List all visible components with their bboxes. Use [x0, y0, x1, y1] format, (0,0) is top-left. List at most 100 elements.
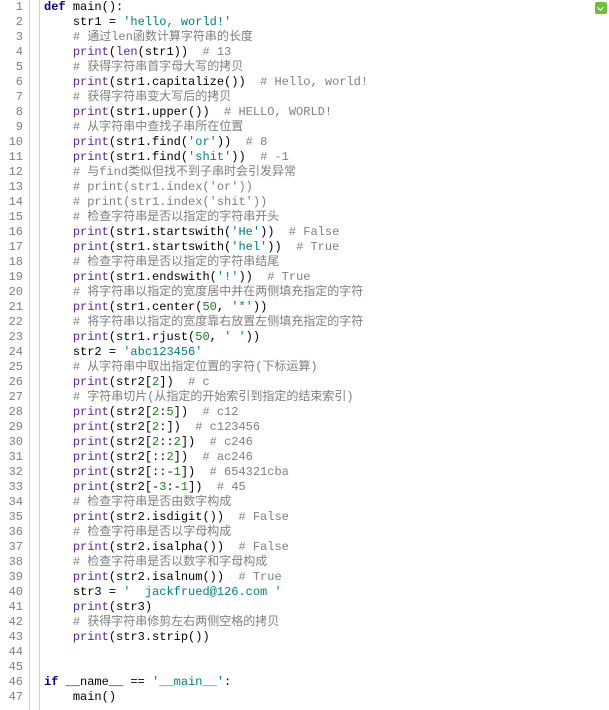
code-line[interactable]: # 获得字符串首字母大写的拷贝 [44, 60, 609, 75]
code-line[interactable]: print(str2.isalnum()) # True [44, 570, 609, 585]
code-line[interactable]: print(str1.endswith('!')) # True [44, 270, 609, 285]
code-line[interactable]: # 检查字符串是否以数字和字母构成 [44, 555, 609, 570]
code-line[interactable]: print(str2.isalpha()) # False [44, 540, 609, 555]
fold-strip [30, 0, 40, 710]
token-op: (str1.center( [109, 300, 203, 314]
line-number: 38 [2, 555, 23, 570]
code-line[interactable]: # 检查字符串是否以字母构成 [44, 525, 609, 540]
code-line[interactable]: print(str1.capitalize()) # Hello, world! [44, 75, 609, 90]
code-line[interactable]: # 检查字符串是否以指定的字符串结尾 [44, 255, 609, 270]
token-cmt: # 检查字符串是否以字母构成 [73, 525, 231, 539]
code-line[interactable]: print(str1.center(50, '*')) [44, 300, 609, 315]
code-line[interactable]: # 获得字符串变大写后的拷贝 [44, 90, 609, 105]
code-line[interactable]: print(str3) [44, 600, 609, 615]
code-line[interactable]: # 从字符串中查找子串所在位置 [44, 120, 609, 135]
code-line[interactable]: print(str3.strip()) [44, 630, 609, 645]
token-cmt: # -1 [260, 150, 289, 164]
token-bi: print [73, 375, 109, 389]
code-line[interactable]: # 从字符串中取出指定位置的字符(下标运算) [44, 360, 609, 375]
code-line[interactable]: print(str2[::-1]) # 654321cba [44, 465, 609, 480]
token-op: :: [159, 435, 173, 449]
code-line[interactable]: print(str1.find('shit')) # -1 [44, 150, 609, 165]
code-line[interactable]: print(str1.startswith('hel')) # True [44, 240, 609, 255]
code-line[interactable]: print(len(str1)) # 13 [44, 45, 609, 60]
token-cmt: # c12 [202, 405, 238, 419]
token-op: (str2[::- [109, 465, 174, 479]
line-number: 44 [2, 645, 23, 660]
token-op: )) [260, 225, 289, 239]
token-op: )) [231, 150, 260, 164]
token-cmt: # c246 [210, 435, 253, 449]
token-str: ' jackfrued@126.com ' [123, 585, 281, 599]
line-number: 8 [2, 105, 23, 120]
code-line[interactable]: # print(str1.index('or')) [44, 180, 609, 195]
token-op: (str2[ [109, 375, 152, 389]
line-number: 27 [2, 390, 23, 405]
code-line[interactable]: print(str2[::2]) # ac246 [44, 450, 609, 465]
code-line[interactable]: print(str2[-3:-1]) # 45 [44, 480, 609, 495]
code-line[interactable]: main() [44, 690, 609, 705]
token-str: '*' [231, 300, 253, 314]
token-op: (str2[- [109, 480, 159, 494]
code-line[interactable]: # 字符串切片(从指定的开始索引到指定的结束索引) [44, 390, 609, 405]
code-line[interactable]: str2 = 'abc123456' [44, 345, 609, 360]
token-cmt: # False [238, 510, 288, 524]
code-line[interactable]: print(str1.rjust(50, ' ')) [44, 330, 609, 345]
code-line[interactable] [44, 660, 609, 675]
line-number: 34 [2, 495, 23, 510]
code-line[interactable]: # 检查字符串是否由数字构成 [44, 495, 609, 510]
token-op: (str1.startswith( [109, 240, 231, 254]
token-bi: print [73, 630, 109, 644]
code-editor-area[interactable]: def main(): str1 = 'hello, world!' # 通过l… [40, 0, 609, 710]
code-line[interactable]: # 与find类似但找不到子串时会引发异常 [44, 165, 609, 180]
code-line[interactable]: print(str2[2::2]) # c246 [44, 435, 609, 450]
code-line[interactable]: # print(str1.index('shit')) [44, 195, 609, 210]
code-line[interactable]: print(str2[2]) # c [44, 375, 609, 390]
code-line[interactable]: str1 = 'hello, world!' [44, 15, 609, 30]
line-number: 12 [2, 165, 23, 180]
token-op: (str1.startswith( [109, 225, 231, 239]
token-bi: print [73, 465, 109, 479]
token-op: ]) [159, 375, 188, 389]
line-number: 7 [2, 90, 23, 105]
token-bi: print [73, 300, 109, 314]
token-op: __name__ == [58, 675, 152, 689]
code-line[interactable] [44, 645, 609, 660]
code-line[interactable]: # 将字符串以指定的宽度居中并在两侧填充指定的字符 [44, 285, 609, 300]
line-number: 39 [2, 570, 23, 585]
code-line[interactable]: # 通过len函数计算字符串的长度 [44, 30, 609, 45]
token-bi: print [73, 135, 109, 149]
code-line[interactable]: print(str2.isdigit()) # False [44, 510, 609, 525]
line-number: 18 [2, 255, 23, 270]
code-line[interactable]: if __name__ == '__main__': [44, 675, 609, 690]
token-bi: print [73, 480, 109, 494]
code-line[interactable]: def main(): [44, 0, 609, 15]
token-op: ]) [181, 465, 210, 479]
token-op: ]) [188, 480, 217, 494]
token-op: : [224, 675, 231, 689]
code-line[interactable]: # 检查字符串是否以指定的字符串开头 [44, 210, 609, 225]
token-bi: print [73, 75, 109, 89]
token-op: (str2.isalnum()) [109, 570, 239, 584]
code-line[interactable]: # 获得字符串修剪左右两侧空格的拷贝 [44, 615, 609, 630]
token-cmt: # 将字符串以指定的宽度靠右放置左侧填充指定的字符 [73, 315, 363, 329]
token-op: ]) [181, 435, 210, 449]
token-cmt: # 获得字符串修剪左右两侧空格的拷贝 [73, 615, 279, 629]
line-number: 15 [2, 210, 23, 225]
code-line[interactable]: # 将字符串以指定的宽度靠右放置左侧填充指定的字符 [44, 315, 609, 330]
token-cmt: # 从字符串中取出指定位置的字符(下标运算) [73, 360, 318, 374]
code-line[interactable]: print(str1.upper()) # HELLO, WORLD! [44, 105, 609, 120]
token-bi: print [73, 150, 109, 164]
code-line[interactable]: str3 = ' jackfrued@126.com ' [44, 585, 609, 600]
code-line[interactable]: print(str2[2:5]) # c12 [44, 405, 609, 420]
token-str: ' ' [224, 330, 246, 344]
code-line[interactable]: print(str1.startswith('He')) # False [44, 225, 609, 240]
code-line[interactable]: print(str1.find('or')) # 8 [44, 135, 609, 150]
line-number: 43 [2, 630, 23, 645]
token-op [66, 0, 73, 14]
code-line[interactable]: print(str2[2:]) # c123456 [44, 420, 609, 435]
line-number: 10 [2, 135, 23, 150]
line-number: 23 [2, 330, 23, 345]
token-op: ]) [174, 405, 203, 419]
line-number: 25 [2, 360, 23, 375]
